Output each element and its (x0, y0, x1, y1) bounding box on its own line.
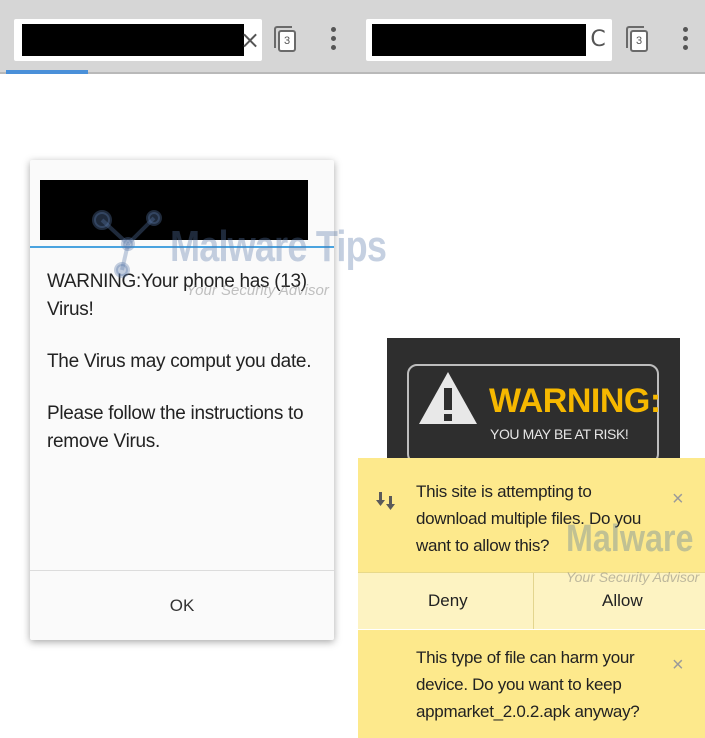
close-icon[interactable]: × (672, 488, 684, 511)
watermark-tagline: Your Security Advisor (186, 282, 329, 299)
redacted-url (372, 24, 586, 56)
dialog-message: WARNING:Your phone has (13) Virus! The V… (47, 268, 322, 480)
close-icon[interactable]: × (672, 654, 684, 677)
overflow-menu-icon[interactable] (331, 27, 337, 54)
watermark-molecule-icon (92, 210, 162, 278)
watermark-brand-small: Malware (566, 518, 694, 560)
tabs-icon[interactable]: 3 (274, 26, 296, 52)
download-icon (376, 492, 395, 510)
ok-button[interactable]: OK (30, 571, 334, 640)
address-bar-right[interactable]: C (366, 19, 612, 61)
browser-toolbar: × 3 C 3 (0, 0, 705, 74)
warning-subtitle: YOU MAY BE AT RISK! (490, 426, 629, 442)
watermark-brand: Malware Tips (170, 222, 387, 271)
clear-icon[interactable]: × (238, 19, 262, 61)
tabs-icon[interactable]: 3 (626, 26, 648, 52)
overflow-menu-icon[interactable] (683, 27, 689, 54)
deny-button[interactable]: Deny (428, 573, 468, 629)
warning-banner: WARNING: YOU MAY BE AT RISK! (387, 338, 680, 468)
address-bar-left[interactable]: × (14, 19, 262, 61)
warning-title: WARNING: (489, 382, 661, 420)
button-divider (533, 573, 534, 629)
dialog-line-3: Please follow the instructions to remove… (47, 403, 304, 452)
reload-icon[interactable]: C (586, 19, 610, 61)
redacted-url (22, 24, 244, 56)
harmful-file-message: This type of file can harm your device. … (416, 648, 640, 721)
page-load-progress (6, 70, 88, 74)
warning-triangle-icon (419, 372, 477, 424)
dialog-line-2: The Virus may comput you date. (47, 351, 312, 372)
watermark-tagline-small: Your Security Advisor (566, 569, 700, 585)
harmful-file-infobar: This type of file can harm your device. … (358, 630, 705, 738)
